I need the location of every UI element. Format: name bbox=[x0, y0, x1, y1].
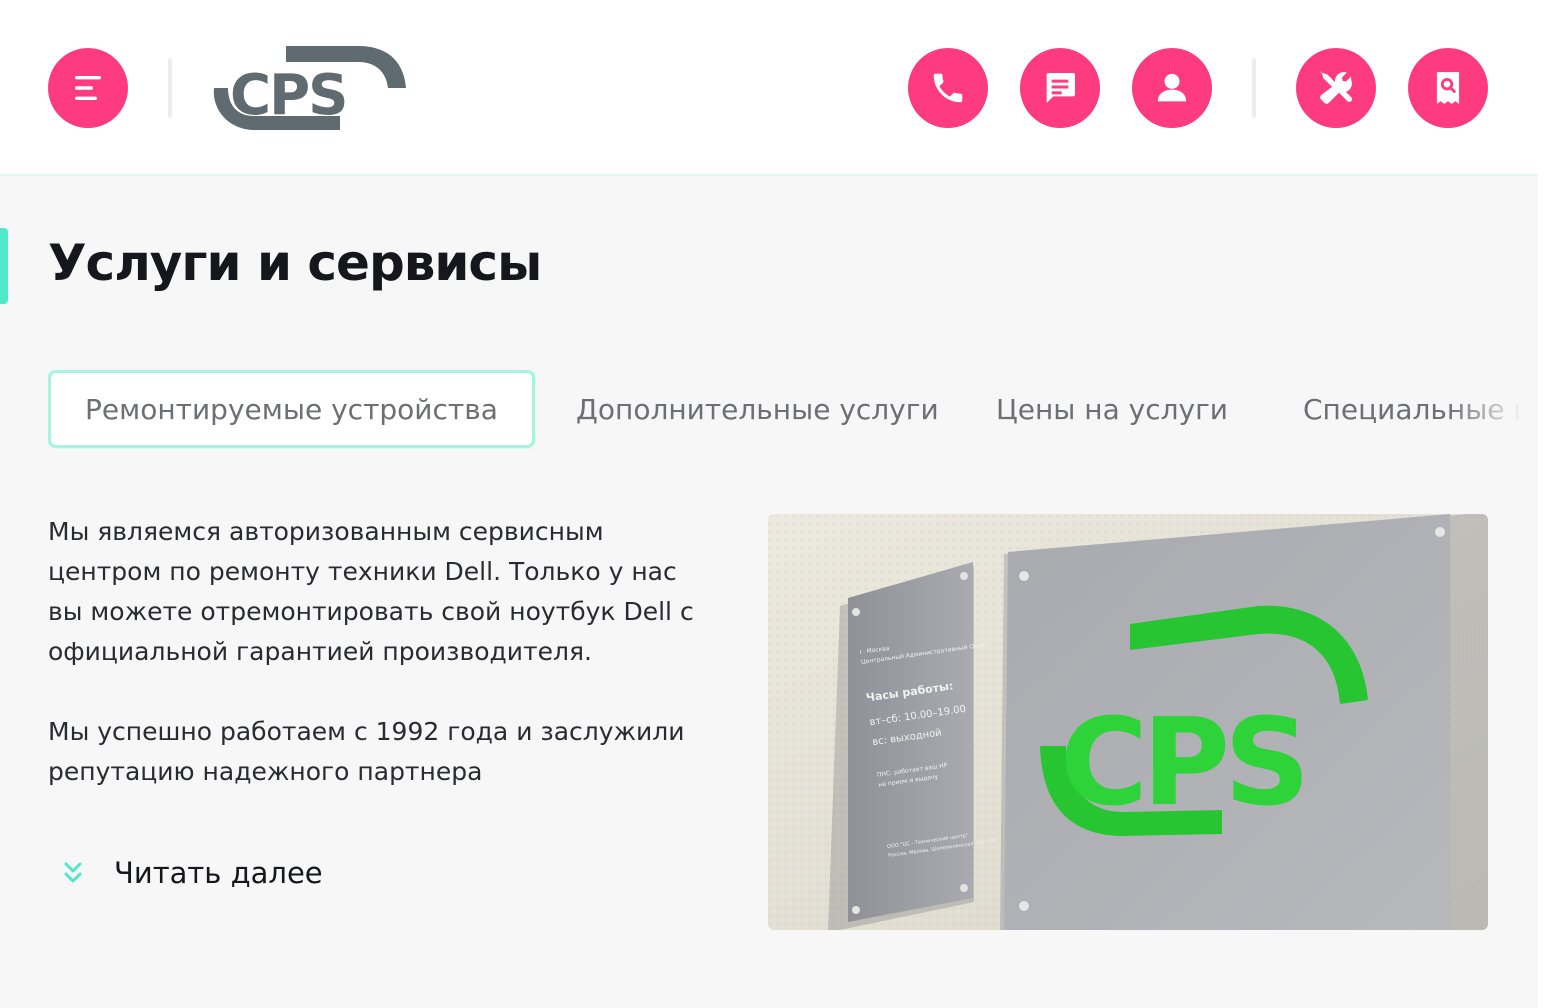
title-accent bbox=[0, 228, 8, 304]
services-section: Услуги и сервисы Ремонтируемые устройств… bbox=[0, 174, 1538, 1008]
sign-logo-text: CPS bbox=[1060, 694, 1304, 833]
read-more-link[interactable]: Читать далее bbox=[60, 856, 323, 890]
read-more-label: Читать далее bbox=[114, 856, 323, 890]
tools-icon bbox=[1320, 71, 1353, 104]
chat-icon bbox=[1046, 73, 1075, 103]
phone-icon bbox=[933, 73, 963, 103]
site-header: CPS bbox=[0, 0, 1568, 174]
page-title: Услуги и сервисы bbox=[48, 234, 542, 292]
tab-repairable-devices[interactable]: Ремонтируемые устройства bbox=[48, 370, 535, 448]
track-order-button[interactable] bbox=[1408, 48, 1488, 128]
chat-button[interactable] bbox=[1020, 48, 1100, 128]
header-divider bbox=[168, 58, 172, 118]
logo-text: CPS bbox=[230, 63, 346, 128]
intro-paragraph: Мы успешно работаем с 1992 года и заслуж… bbox=[48, 717, 685, 786]
double-chevron-down-icon bbox=[64, 862, 82, 883]
service-button[interactable] bbox=[1296, 48, 1376, 128]
tabs-scroll-fade bbox=[1448, 370, 1538, 450]
office-sign-photo: г. Москва Центральный Административный О… bbox=[768, 514, 1488, 930]
tab-label: Цены на услуги bbox=[996, 392, 1228, 426]
header-divider-right bbox=[1252, 58, 1256, 118]
menu-button[interactable] bbox=[48, 48, 128, 128]
tab-service-prices[interactable]: Цены на услуги bbox=[996, 370, 1228, 448]
intro-paragraph: Мы являемся авторизованным сервисным цен… bbox=[48, 517, 694, 666]
tab-additional-services[interactable]: Дополнительные услуги bbox=[576, 370, 939, 448]
tab-label: Дополнительные услуги bbox=[576, 392, 939, 426]
user-icon bbox=[1157, 73, 1187, 102]
menu-icon bbox=[75, 76, 101, 100]
intro-text: Мы являемся авторизованным сервисным цен… bbox=[48, 512, 708, 832]
tabs-bar: Ремонтируемые устройства Дополнительные … bbox=[48, 370, 1538, 450]
cps-logo[interactable]: CPS bbox=[208, 32, 412, 142]
tab-label: Ремонтируемые устройства bbox=[85, 392, 498, 426]
account-button[interactable] bbox=[1132, 48, 1212, 128]
phone-button[interactable] bbox=[908, 48, 988, 128]
receipt-search-icon bbox=[1436, 72, 1460, 104]
